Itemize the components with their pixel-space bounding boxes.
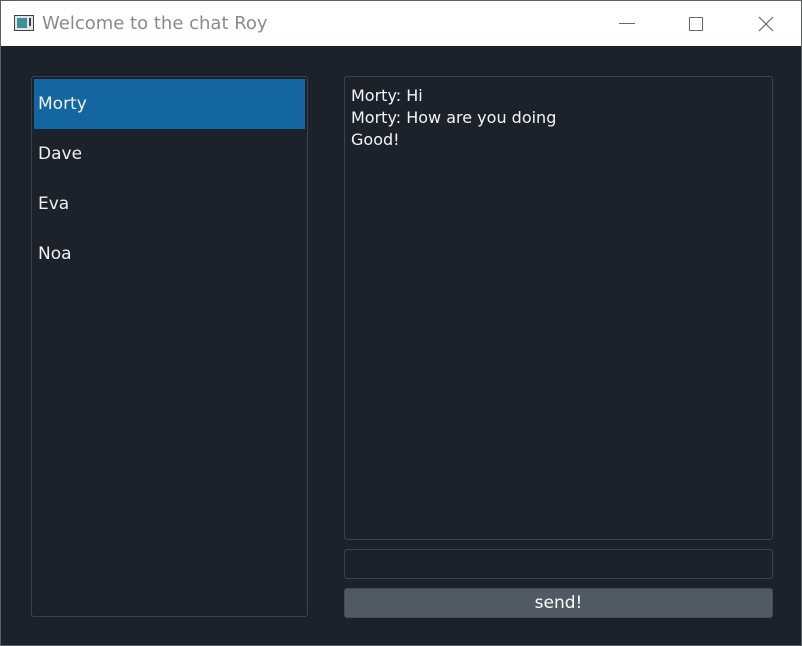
contact-item-noa[interactable]: Noa bbox=[34, 229, 305, 279]
contact-item-dave[interactable]: Dave bbox=[34, 129, 305, 179]
close-icon bbox=[758, 16, 774, 31]
contact-item-morty[interactable]: Morty bbox=[34, 79, 305, 129]
contact-label: Noa bbox=[38, 244, 72, 264]
maximize-icon bbox=[689, 16, 703, 31]
send-button[interactable]: send! bbox=[344, 588, 773, 618]
close-button[interactable] bbox=[743, 1, 789, 46]
chat-message: Morty: Hi bbox=[351, 86, 423, 105]
minimize-button[interactable] bbox=[604, 1, 650, 46]
contact-label: Eva bbox=[38, 194, 70, 214]
title-bar[interactable]: Welcome to the chat Roy bbox=[1, 1, 801, 46]
chat-message: Good! bbox=[351, 130, 400, 149]
send-button-label: send! bbox=[534, 593, 583, 613]
contact-list[interactable]: Morty Dave Eva Noa bbox=[31, 76, 308, 617]
contact-item-eva[interactable]: Eva bbox=[34, 179, 305, 229]
contact-label: Dave bbox=[38, 144, 83, 164]
maximize-button[interactable] bbox=[673, 1, 719, 46]
chat-message: Morty: How are you doing bbox=[351, 108, 557, 127]
contact-label: Morty bbox=[38, 94, 87, 114]
window-title: Welcome to the chat Roy bbox=[42, 13, 268, 34]
chat-window: Welcome to the chat Roy Morty Dave Eva N… bbox=[0, 0, 802, 646]
minimize-icon bbox=[619, 23, 635, 24]
app-icon bbox=[14, 15, 34, 31]
chat-log[interactable]: Morty: Hi Morty: How are you doing Good! bbox=[344, 76, 773, 540]
message-input[interactable] bbox=[344, 549, 773, 579]
